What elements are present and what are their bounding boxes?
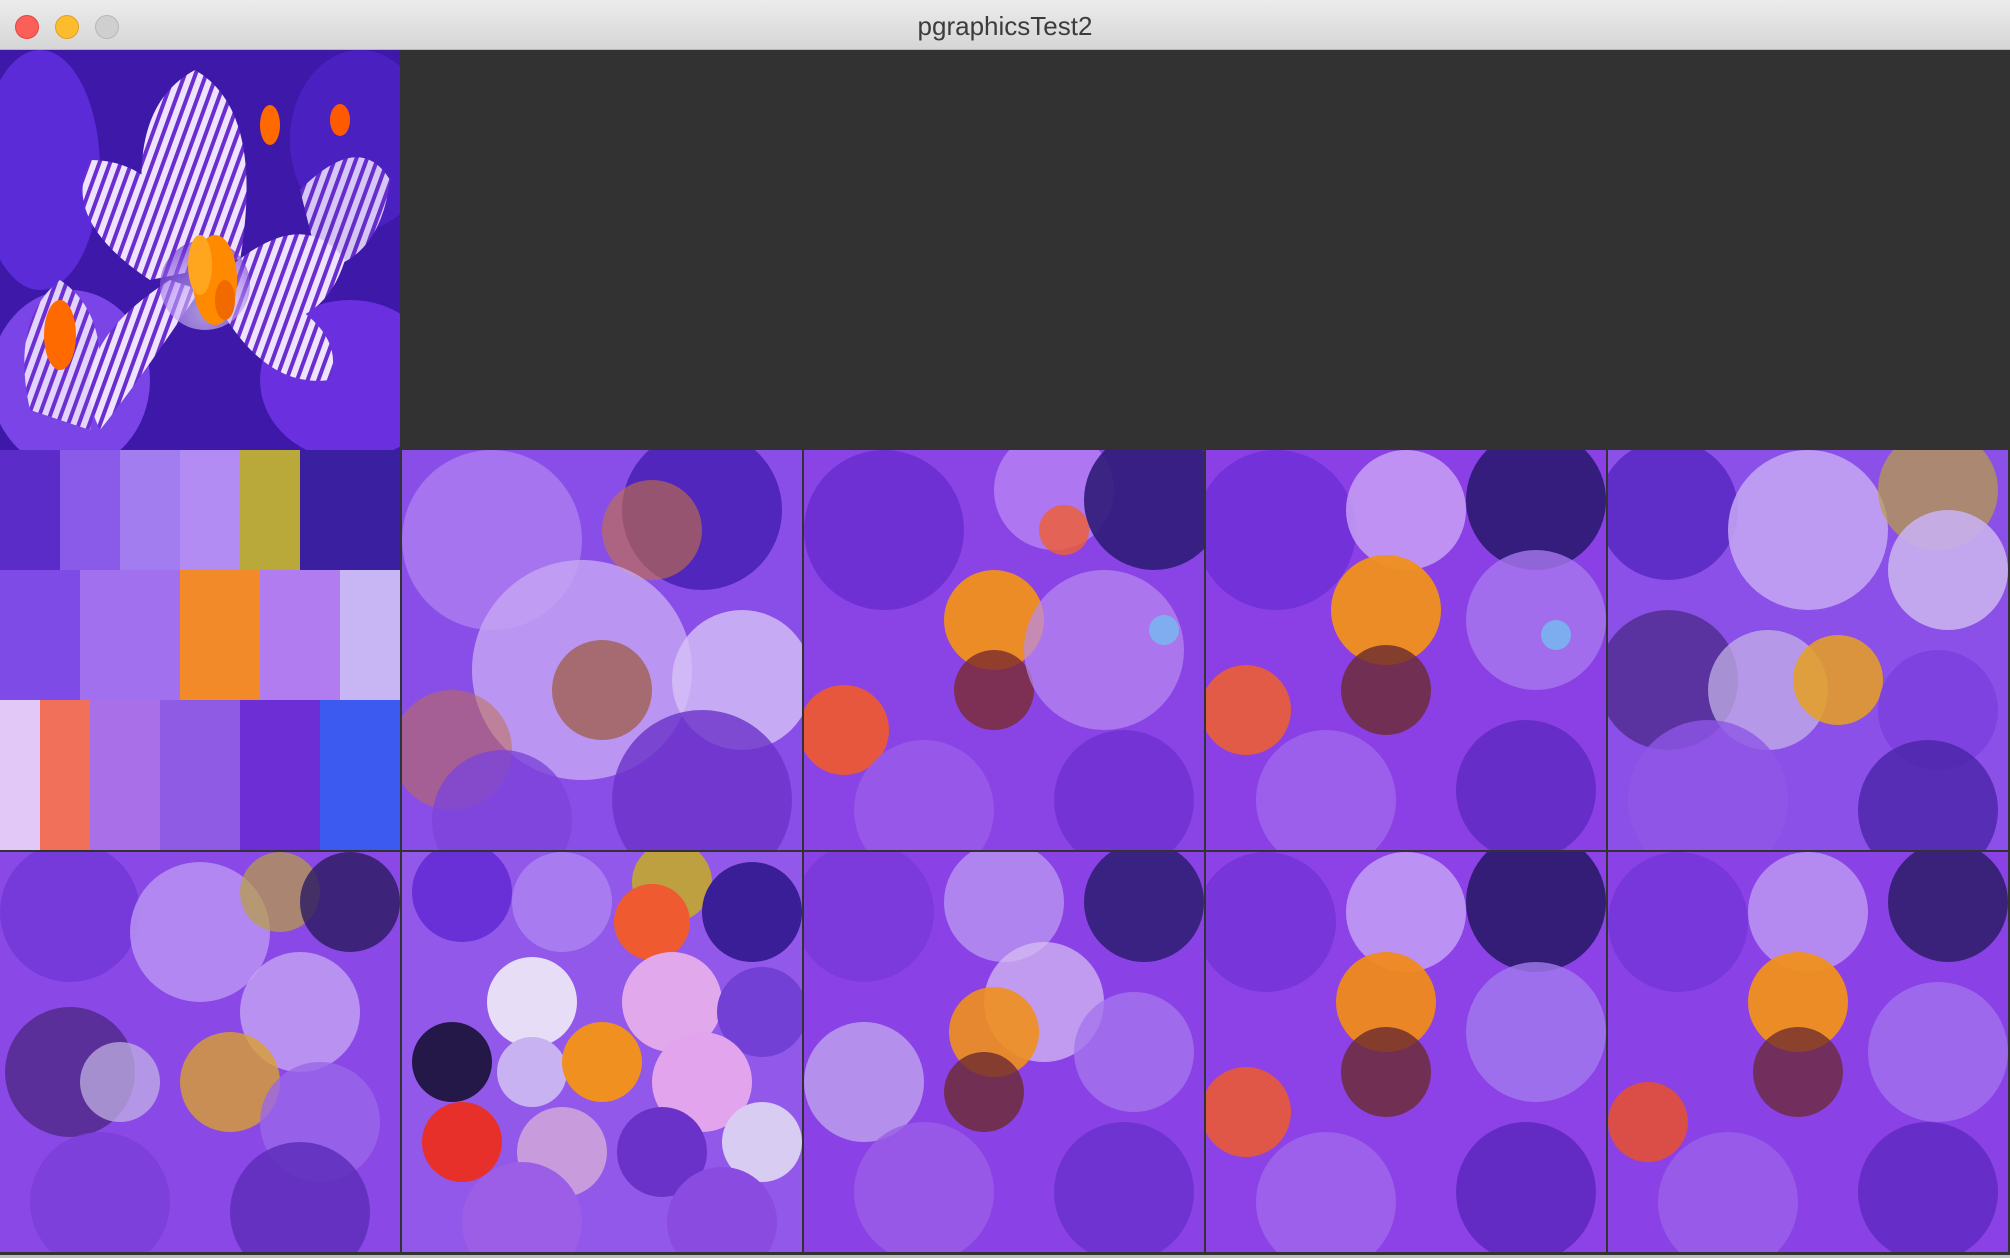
- painting-image: [1608, 450, 2008, 850]
- painting-image: [1206, 852, 1606, 1252]
- painting-tile-10: [1608, 852, 2008, 1252]
- window-title: pgraphicsTest2: [917, 11, 1093, 41]
- painting-image: [1608, 852, 2008, 1252]
- painting-tile-7: [402, 852, 802, 1252]
- original-photo: [0, 50, 400, 450]
- painting-image: [0, 852, 400, 1252]
- painting-image: [804, 852, 1204, 1252]
- painting-image: [402, 450, 802, 850]
- painting-tile-3: [804, 450, 1204, 850]
- crocus-photo-image: [0, 50, 400, 450]
- painting-tile-9: [1206, 852, 1606, 1252]
- painting-image: [0, 450, 400, 850]
- painting-tile-8: [804, 852, 1204, 1252]
- painting-tile-5: [1608, 450, 2008, 850]
- painting-tile-1: [0, 450, 400, 850]
- sketch-canvas[interactable]: [0, 50, 2010, 1258]
- painting-tile-6: [0, 852, 400, 1252]
- painting-tile-2: [402, 450, 802, 850]
- app-window: pgraphicsTest2: [0, 0, 2010, 1258]
- title-bar[interactable]: pgraphicsTest2: [0, 0, 2010, 50]
- painting-image: [402, 852, 802, 1252]
- painting-image: [804, 450, 1204, 850]
- painting-image: [1206, 450, 1606, 850]
- painting-tile-4: [1206, 450, 1606, 850]
